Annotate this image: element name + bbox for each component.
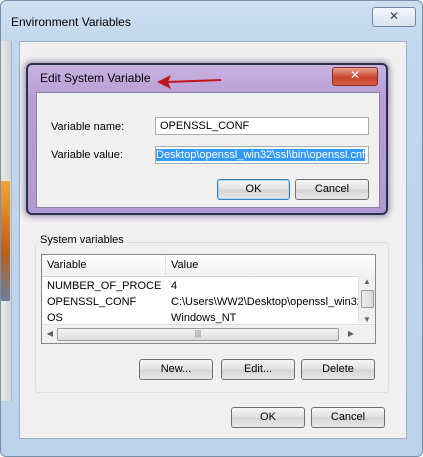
background-window-edge xyxy=(1,41,12,401)
row-variable: NUMBER_OF_PROCE... xyxy=(47,280,162,292)
edit-button[interactable]: Edit... xyxy=(221,359,295,380)
horizontal-scrollbar[interactable]: ◀ ||| ▶ xyxy=(42,324,375,343)
row-variable: OPENSSL_CONF xyxy=(47,296,137,308)
horizontal-scroll-thumb[interactable]: ||| xyxy=(57,328,339,341)
variable-value-label: Variable value: xyxy=(51,149,123,161)
dialog-ok-button[interactable]: OK xyxy=(217,179,290,200)
selected-text: Desktop\openssl_win32\ssl\bin\openssl.cn… xyxy=(156,149,366,161)
list-header: Variable Value xyxy=(42,255,375,277)
row-value: C:\Users\WW2\Desktop\openssl_win32 xyxy=(171,296,358,308)
system-variables-list[interactable]: Variable Value NUMBER_OF_PROCE... 4 OPEN… xyxy=(41,254,376,344)
scroll-right-icon[interactable]: ▶ xyxy=(345,328,357,340)
column-header-variable[interactable]: Variable xyxy=(42,255,166,276)
vertical-scroll-thumb[interactable] xyxy=(361,290,374,308)
dialog-client-area: Variable name: OPENSSL_CONF Variable val… xyxy=(36,92,380,208)
row-value: 4 xyxy=(171,280,178,292)
delete-button[interactable]: Delete xyxy=(301,359,375,380)
column-header-value[interactable]: Value xyxy=(166,255,361,276)
dialog-title: Edit System Variable xyxy=(40,71,151,85)
window-title: Environment Variables xyxy=(11,15,131,29)
annotation-arrow-icon xyxy=(157,75,222,89)
table-row[interactable]: NUMBER_OF_PROCE... 4 xyxy=(42,278,358,294)
variable-name-input[interactable]: OPENSSL_CONF xyxy=(155,117,369,135)
dialog-cancel-button[interactable]: Cancel xyxy=(295,179,369,200)
close-icon[interactable]: ✕ xyxy=(372,7,416,27)
cancel-button[interactable]: Cancel xyxy=(311,407,385,428)
variable-value-input[interactable]: Desktop\openssl_win32\ssl\bin\openssl.cn… xyxy=(155,146,369,164)
vertical-scrollbar[interactable]: ▲ ▼ xyxy=(358,276,375,324)
scroll-left-icon[interactable]: ◀ xyxy=(44,328,56,340)
background-image xyxy=(1,181,10,301)
close-icon[interactable]: ✕ xyxy=(332,67,378,86)
system-variables-label: System variables xyxy=(38,234,126,246)
new-button[interactable]: New... xyxy=(139,359,213,380)
table-row[interactable]: OPENSSL_CONF C:\Users\WW2\Desktop\openss… xyxy=(42,294,358,310)
variable-name-label: Variable name: xyxy=(51,121,125,133)
scroll-up-icon[interactable]: ▲ xyxy=(361,276,373,288)
ok-button[interactable]: OK xyxy=(231,407,305,428)
